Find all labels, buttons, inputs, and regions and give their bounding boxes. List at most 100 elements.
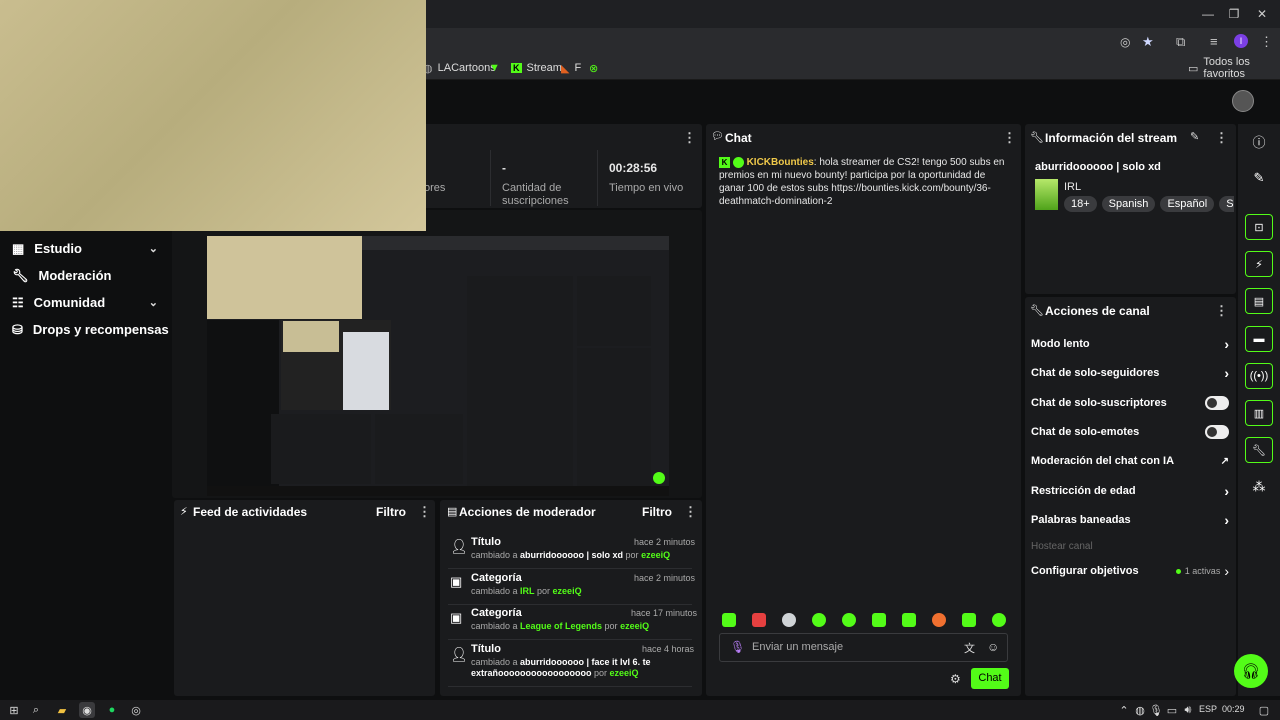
wrench-icon: 🔧︎ (12, 267, 29, 283)
bookmark-stream[interactable]: K Stream (511, 56, 562, 80)
subs-label: Cantidad de suscripciones (502, 182, 569, 207)
edit-pencil-icon[interactable]: ✎ (1190, 130, 1199, 143)
settings-gear-icon[interactable]: ⚙ (950, 672, 961, 686)
community-icon[interactable]: ⁂ (1245, 474, 1273, 500)
chat-panel (706, 124, 1021, 696)
channel-actions-menu-icon[interactable]: ⋮ (1215, 303, 1228, 319)
goals-row[interactable]: Configurar objetivos 1 activas › (1031, 561, 1229, 581)
emotes-only-toggle[interactable] (1205, 425, 1229, 439)
ai-moderation-row[interactable]: Moderación del chat con IA ↗ (1031, 451, 1229, 471)
keyboard-language[interactable]: ESP (1199, 704, 1217, 714)
preview-video-frame (343, 332, 389, 410)
spotify-icon[interactable]: ● (104, 702, 120, 718)
category-thumbnail[interactable] (1035, 179, 1058, 210)
rail-wrench-button[interactable]: 🔧︎ (1245, 437, 1273, 463)
tracking-icon[interactable]: ◎ (1120, 35, 1130, 49)
followers-only-row[interactable]: Chat de solo-seguidores › (1031, 363, 1229, 383)
rail-broadcast-button[interactable]: ((•)) (1245, 363, 1273, 389)
rail-layout-button[interactable]: ▥ (1245, 400, 1273, 426)
activity-feed-panel (174, 500, 435, 696)
emote-icon[interactable] (902, 613, 916, 627)
notifications-icon[interactable]: ▢ (1256, 702, 1272, 718)
support-headset-button[interactable]: 🎧︎ (1234, 654, 1268, 688)
microphone-icon[interactable]: 🎙︎ (730, 640, 745, 654)
age-restriction-row[interactable]: Restricción de edad › (1031, 481, 1229, 501)
emotes-only-row[interactable]: Chat de solo-emotes (1031, 422, 1229, 442)
volume-icon[interactable]: 🔊︎ (1180, 702, 1196, 718)
divider (448, 686, 692, 687)
rail-clip-button[interactable]: ⊡ (1245, 214, 1273, 240)
translate-icon[interactable]: 文 (964, 640, 975, 656)
star-icon[interactable]: ★ (1142, 34, 1154, 50)
tag-chip[interactable]: Español (1160, 196, 1215, 212)
subs-only-toggle[interactable] (1205, 396, 1229, 410)
tray-app-icon[interactable]: ◍ (1132, 702, 1148, 718)
tag-chip[interactable]: Spanish (1101, 196, 1156, 212)
emote-icon[interactable] (752, 613, 766, 627)
media-icon[interactable]: ≡ (1210, 34, 1218, 49)
subs-value: - (502, 161, 506, 175)
microphone-icon[interactable]: 🎙︎ (1148, 702, 1164, 718)
bookmark-xbox[interactable]: ⊗ (589, 56, 598, 80)
category-name[interactable]: IRL (1064, 181, 1081, 193)
stats-menu-icon[interactable]: ⋮ (683, 130, 696, 146)
search-icon[interactable]: ⌕ (28, 702, 44, 718)
chrome-icon[interactable]: ◉ (79, 702, 95, 718)
chevron-down-icon: ⌄ (148, 297, 158, 309)
tag-chip[interactable]: Shoo (1219, 196, 1234, 212)
chevron-right-icon: › (1224, 365, 1229, 381)
bookmark-f[interactable]: ◣ F (561, 56, 581, 80)
activity-menu-icon[interactable]: ⋮ (418, 504, 431, 520)
nav-estudio[interactable]: ▦ Estudio ⌄ (0, 235, 172, 262)
file-explorer-icon[interactable]: ▰ (54, 702, 70, 718)
edit-pencil-icon[interactable]: ✎ (1245, 165, 1273, 191)
network-icon[interactable]: ▭ (1164, 702, 1180, 718)
tag-chip[interactable]: 18+ (1064, 196, 1097, 212)
webcam-overlay (207, 236, 362, 319)
nav-moderacion[interactable]: 🔧︎ Moderación (0, 262, 172, 289)
mod-menu-icon[interactable]: ⋮ (684, 504, 697, 520)
close-window-button[interactable]: ✕ (1244, 0, 1280, 28)
info-icon[interactable]: ⓘ (1245, 128, 1273, 154)
tray-chevron-icon[interactable]: ⌃ (1116, 702, 1132, 718)
profile-avatar[interactable]: I (1234, 34, 1248, 48)
slow-mode-row[interactable]: Modo lento › (1031, 334, 1229, 354)
browser-menu-icon[interactable]: ⋮ (1260, 34, 1273, 50)
subs-only-row[interactable]: Chat de solo-suscriptores (1031, 393, 1229, 413)
layout-icon: ▥ (1253, 407, 1265, 420)
tag-list: 18+ Spanish Español Shoo (1064, 196, 1234, 212)
activity-filter-button[interactable]: Filtro (376, 505, 406, 519)
send-chat-button[interactable]: Chat (971, 668, 1009, 689)
emote-icon[interactable] (992, 613, 1006, 627)
banned-words-row[interactable]: Palabras baneadas › (1031, 510, 1229, 530)
emote-icon[interactable] (842, 613, 856, 627)
emote-icon[interactable] (932, 613, 946, 627)
rail-chat-button[interactable]: ▬ (1245, 326, 1273, 352)
windows-start-icon[interactable]: ⊞ (6, 702, 22, 718)
user-avatar[interactable] (1232, 90, 1254, 112)
emote-icon[interactable] (962, 613, 976, 627)
mod-filter-button[interactable]: Filtro (642, 505, 672, 519)
nav-comunidad[interactable]: ☷ Comunidad ⌄ (0, 289, 172, 316)
clock[interactable]: 00:29 (1222, 704, 1245, 714)
wrench-icon: 🔧︎ (1030, 305, 1044, 317)
stream-info-menu-icon[interactable]: ⋮ (1215, 130, 1228, 146)
chat-menu-icon[interactable]: ⋮ (1003, 130, 1016, 146)
bookmark-lacartoons[interactable]: ◍ LACartoons (423, 56, 496, 80)
user-edit-icon: 👤︎ (450, 646, 468, 662)
rail-document-button[interactable]: ▤ (1245, 288, 1273, 314)
emote-icon[interactable] (872, 613, 886, 627)
extensions-icon[interactable]: ⧉ (1176, 34, 1185, 50)
emote-icon[interactable] (812, 613, 826, 627)
rail-bolt-button[interactable]: ⚡︎ (1245, 251, 1273, 277)
nav-drops[interactable]: ⛁ Drops y recompensas (0, 316, 172, 343)
emoji-icon[interactable]: ☺ (987, 640, 999, 654)
kick-badge-icon: K (719, 156, 730, 168)
emote-icon[interactable] (782, 613, 796, 627)
webcam-overlay-small (283, 321, 339, 352)
divider (448, 568, 692, 569)
obs-icon[interactable]: ◎ (128, 702, 144, 718)
all-bookmarks-folder[interactable]: ▭ Todos los favoritos (1188, 56, 1280, 80)
bookmark-kick[interactable]: ▼ (489, 56, 500, 80)
emote-icon[interactable] (722, 613, 736, 627)
